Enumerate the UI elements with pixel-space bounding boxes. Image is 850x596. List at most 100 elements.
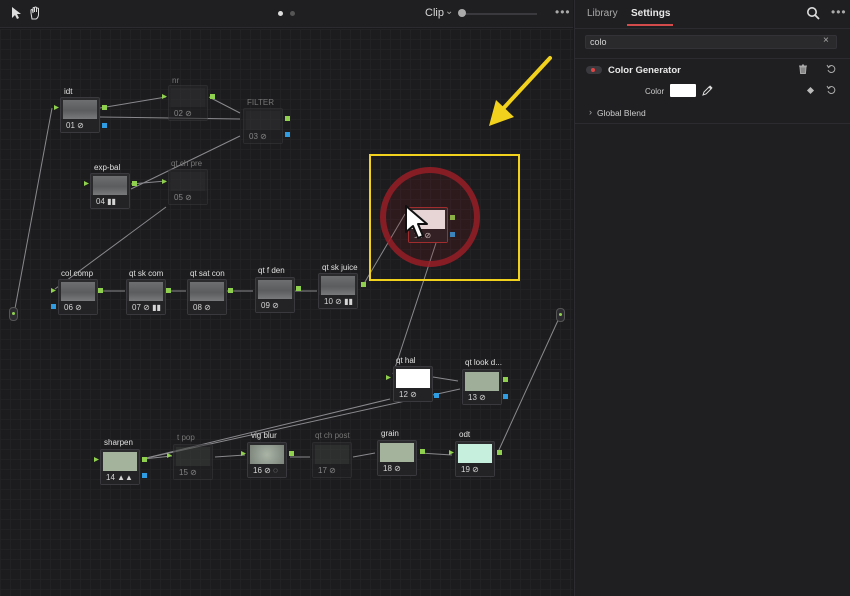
clear-search-icon[interactable]: ×	[823, 35, 829, 46]
node-output-pin[interactable]	[102, 105, 107, 110]
node-18[interactable]: 18 ⊘	[377, 440, 417, 476]
node-12[interactable]: 12 ⊘	[393, 366, 433, 402]
more-options-icon[interactable]: •••	[831, 5, 847, 19]
node-graph-canvas[interactable]: idt 01 ⊘ nr 02 ⊘ FILTER 03 ⊘ exp-bal 04 …	[0, 29, 573, 596]
node-label: qt sk com	[129, 269, 164, 278]
effects-search-input[interactable]: colo	[585, 35, 837, 49]
output-pin[interactable]	[556, 308, 565, 322]
node-thumbnail	[396, 369, 430, 388]
node-output-pin[interactable]	[210, 94, 215, 99]
node-number: 18	[383, 464, 392, 473]
node-number: 04	[96, 197, 105, 206]
node-03[interactable]: 03 ⊘	[243, 108, 283, 144]
inspector-panel: Library Settings ••• colo × Color Genera…	[574, 0, 850, 596]
zoom-slider-handle[interactable]	[458, 9, 466, 17]
chevron-down-icon[interactable]: ⌄	[445, 6, 453, 17]
divider	[575, 28, 850, 29]
node-15[interactable]: 15 ⊘	[173, 444, 213, 480]
node-number: 10	[324, 297, 333, 306]
chevron-right-icon[interactable]: ›	[589, 107, 592, 117]
node-output-pin[interactable]	[361, 282, 366, 287]
node-13[interactable]: 13 ⊘	[462, 369, 502, 405]
node-number: 12	[399, 390, 408, 399]
node-05[interactable]: 05 ⊘	[168, 169, 208, 205]
node-output-pin[interactable]	[420, 449, 425, 454]
node-badge-icon: ⊘	[272, 301, 279, 310]
node-output-pin[interactable]	[98, 288, 103, 293]
global-blend-section[interactable]: Global Blend	[597, 108, 646, 118]
node-output-pin[interactable]	[497, 450, 502, 455]
node-output-pin[interactable]	[142, 457, 147, 462]
node-01[interactable]: 01 ⊘	[60, 97, 100, 133]
tab-settings[interactable]: Settings	[631, 8, 670, 19]
color-swatch[interactable]	[670, 84, 696, 97]
pointer-icon[interactable]	[8, 6, 24, 22]
effect-enable-toggle[interactable]	[586, 66, 602, 74]
eyedropper-icon[interactable]	[702, 85, 713, 96]
node-thumbnail	[321, 276, 355, 295]
page-dot-active[interactable]	[278, 11, 283, 16]
node-output-pin[interactable]	[228, 288, 233, 293]
node-alpha-pin[interactable]	[503, 394, 508, 399]
node-output-pin[interactable]	[166, 288, 171, 293]
hand-icon[interactable]	[27, 6, 43, 22]
more-options-icon[interactable]: •••	[555, 5, 571, 19]
node-thumbnail	[61, 282, 95, 301]
node-alpha-pin[interactable]	[285, 132, 290, 137]
node-output-pin[interactable]	[296, 286, 301, 291]
trash-icon[interactable]	[798, 64, 808, 74]
node-badge-icon: ⊘	[472, 465, 479, 474]
node-19[interactable]: 19 ⊘	[455, 441, 495, 477]
node-thumbnail	[171, 172, 205, 191]
node-thumbnail	[129, 282, 163, 301]
node-06[interactable]: 06 ⊘	[58, 279, 98, 315]
tab-library[interactable]: Library	[587, 8, 618, 19]
node-07[interactable]: 07 ⊘ ▮▮	[126, 279, 166, 315]
node-label: idt	[64, 87, 73, 96]
search-icon[interactable]	[806, 6, 820, 20]
keyframe-icon[interactable]	[806, 86, 815, 95]
node-02[interactable]: 02 ⊘	[168, 85, 208, 121]
source-input-pin[interactable]	[9, 307, 18, 321]
node-thumbnail	[176, 447, 210, 466]
node-number: 06	[64, 303, 73, 312]
node-09[interactable]: 09 ⊘	[255, 277, 295, 313]
node-number: 01	[66, 121, 75, 130]
node-label: odt	[459, 430, 471, 439]
node-alpha-pin[interactable]	[102, 123, 107, 128]
node-alpha-pin[interactable]	[142, 473, 147, 478]
node-output-pin[interactable]	[503, 377, 508, 382]
node-label: qt hal	[396, 356, 416, 365]
node-editor-toolbar: Clip ⌄ •••	[0, 0, 573, 28]
node-08[interactable]: 08 ⊘	[187, 279, 227, 315]
node-thumbnail	[315, 445, 349, 464]
node-thumbnail	[258, 280, 292, 299]
reset-icon[interactable]	[826, 64, 836, 74]
zoom-slider-track[interactable]	[462, 13, 537, 15]
node-output-pin[interactable]	[289, 451, 294, 456]
node-badge-icon: ⊘	[479, 393, 486, 402]
clip-dropdown[interactable]: Clip	[425, 7, 444, 19]
node-label: qt ch post	[315, 431, 350, 440]
node-16[interactable]: 16 ⊘ ◌	[247, 442, 287, 478]
node-alpha-pin[interactable]	[51, 304, 56, 309]
node-badge-icon: ⊘	[77, 121, 84, 130]
reset-icon[interactable]	[826, 85, 836, 95]
node-17[interactable]: 17 ⊘	[312, 442, 352, 478]
node-output-pin[interactable]	[285, 116, 290, 121]
node-10[interactable]: 10 ⊘ ▮▮	[318, 273, 358, 309]
divider	[575, 58, 850, 59]
node-label: vig blur	[251, 431, 277, 440]
node-badge-icon: ⊘	[410, 390, 417, 399]
node-label: nr	[172, 76, 180, 85]
node-label: qt ch pre	[171, 159, 203, 168]
node-thumbnail	[63, 100, 97, 119]
node-output-pin[interactable]	[132, 181, 137, 186]
node-04[interactable]: 04 ▮▮	[90, 173, 130, 209]
node-14[interactable]: 14 ▲▲	[100, 449, 140, 485]
node-badge-icon: ⊘ ◌	[264, 466, 278, 475]
page-dot[interactable]	[290, 11, 295, 16]
annotation-arrow-icon	[489, 56, 552, 126]
node-badge-icon: ⊘ ▮▮	[143, 303, 161, 312]
node-alpha-pin[interactable]	[434, 393, 439, 398]
